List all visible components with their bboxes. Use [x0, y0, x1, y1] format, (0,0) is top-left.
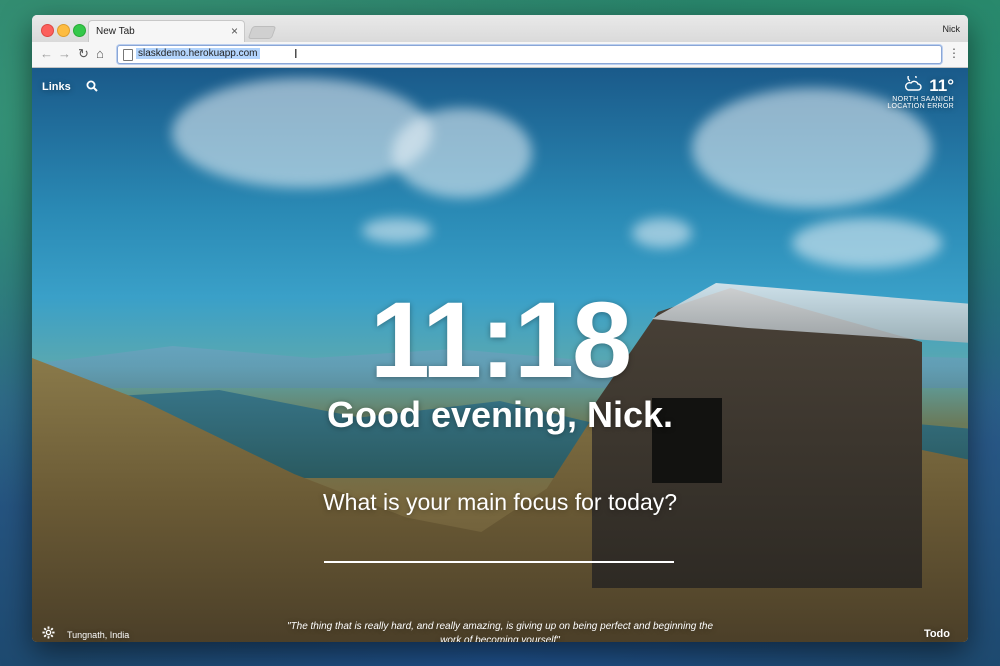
url-text[interactable]: slaskdemo.herokuapp.com — [136, 48, 260, 59]
new-tab-button[interactable] — [247, 26, 277, 39]
tab-title: New Tab — [96, 26, 135, 37]
reload-icon[interactable]: ↻ — [78, 46, 89, 62]
forward-arrow-icon[interactable]: → — [58, 46, 71, 62]
title-bar: New Tab × Nick — [32, 15, 968, 43]
weather-location: NORTH SAANICH — [892, 96, 954, 103]
home-icon[interactable]: ⌂ — [96, 46, 104, 62]
window-maximize-button[interactable] — [73, 24, 86, 37]
back-arrow-icon[interactable]: ← — [40, 46, 53, 62]
new-tab-page: Links 11° NORTH SAANICH LOCATION ERROR 1… — [32, 68, 968, 642]
todo-button[interactable]: Todo — [924, 628, 950, 640]
focus-input[interactable] — [324, 561, 674, 563]
browser-toolbar: ← → ↻ ⌂ slaskdemo.herokuapp.com I ⋮ — [32, 42, 968, 68]
quote: "The thing that is really hard, and real… — [286, 621, 714, 642]
weather-status: LOCATION ERROR — [887, 103, 954, 110]
window-close-button[interactable] — [41, 24, 54, 37]
photo-location[interactable]: Tungnath, India — [67, 630, 129, 640]
browser-window: New Tab × Nick ← → ↻ ⌂ slaskdemo.herokua… — [32, 15, 968, 642]
search-icon[interactable] — [86, 80, 98, 95]
page-icon — [123, 49, 133, 61]
browser-tab[interactable]: New Tab × — [88, 20, 245, 43]
text-cursor-icon: I — [294, 46, 298, 61]
focus-prompt: What is your main focus for today? — [322, 489, 678, 515]
gear-icon[interactable] — [42, 626, 55, 642]
browser-menu-icon[interactable]: ⋮ — [948, 46, 960, 60]
weather-temperature: 11° — [929, 76, 954, 95]
greeting: Good evening, Nick. — [326, 394, 674, 435]
window-minimize-button[interactable] — [57, 24, 70, 37]
profile-name[interactable]: Nick — [943, 24, 961, 34]
address-bar[interactable]: slaskdemo.herokuapp.com I — [117, 45, 942, 64]
clock: 11:18 — [369, 279, 632, 400]
partly-cloudy-night-icon — [904, 72, 929, 95]
close-tab-icon[interactable]: × — [231, 24, 238, 38]
links-button[interactable]: Links — [42, 81, 71, 93]
weather-widget[interactable]: 11° NORTH SAANICH LOCATION ERROR — [887, 72, 954, 110]
